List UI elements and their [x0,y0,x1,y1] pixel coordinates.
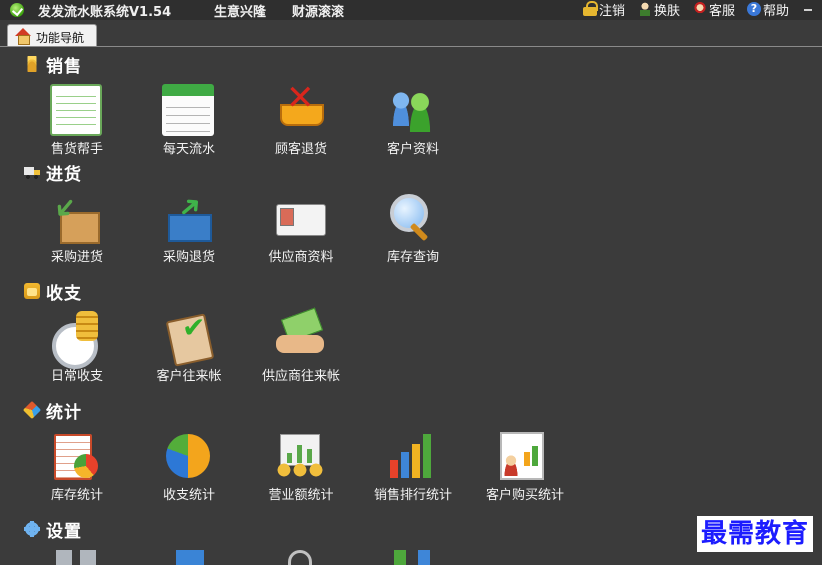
section-title: 进货 [46,164,82,185]
tools-icon[interactable] [56,550,96,565]
sales-helper-button[interactable]: 售货帮手 [22,84,132,162]
sales-ranking-stats-button[interactable]: 销售排行统计 [358,430,468,508]
daily-ledger-icon [162,84,214,136]
section-sales: 销售 [24,53,82,77]
cart-return-icon [274,78,326,136]
gear-icon [24,521,40,537]
customer-service-button[interactable]: 客服 [693,0,735,19]
customer-purchase-stats-button[interactable]: 客户购买统计 [470,430,580,508]
customer-return-button[interactable]: 顾客退货 [246,78,356,162]
section-title: 统计 [46,402,82,423]
database-icon[interactable] [176,550,204,565]
section-income-expense: 收支 [24,280,82,304]
slogan-left: 生意兴隆 [214,5,267,20]
truck-icon [24,164,40,180]
supplier-info-button[interactable]: 供应商资料 [246,192,356,270]
section-title: 销售 [46,56,82,77]
magnifier-icon [386,192,438,244]
section-purchase: 进货 [24,161,82,185]
lock-settings-icon[interactable] [288,550,312,565]
money-chart-icon [274,430,326,482]
turnover-stats-button[interactable]: 营业额统计 [246,430,356,508]
minimize-button[interactable] [804,9,812,11]
customers-icon [386,84,438,136]
tab-divider [0,46,822,47]
purchase-in-icon [50,192,102,244]
section-settings: 设置 [24,518,82,542]
purchase-in-button[interactable]: 采购进货 [22,192,132,270]
supplier-accounts-button[interactable]: 供应商往来帐 [246,311,356,389]
section-title: 设置 [46,521,82,542]
clock-coins-icon [50,311,102,369]
logout-button[interactable]: 注销 [583,0,625,19]
watermark: 最需教育 [697,516,814,552]
tab-label: 功能导航 [36,31,85,45]
change-skin-button[interactable]: 换肤 [638,0,680,19]
skin-icon [638,2,652,16]
customer-accounts-button[interactable]: 客户往来帐 [134,311,244,389]
supplier-card-icon [274,192,326,244]
section-statistics: 统计 [22,399,82,423]
cash-handover-icon [274,311,326,363]
coins-icon [24,56,40,72]
help-button[interactable]: ? 帮助 [747,0,789,19]
help-icon: ? [747,2,761,16]
customer-service-icon [693,2,707,16]
inventory-query-button[interactable]: 库存查询 [358,192,468,270]
cube-icon [22,400,42,420]
network-icon[interactable] [394,550,430,565]
slogan-right: 财源滚滚 [292,5,345,20]
pie-chart-icon [162,430,214,482]
purchase-return-icon [162,192,214,244]
money-bag-icon [24,283,40,299]
daily-income-expense-button[interactable]: 日常收支 [22,311,132,389]
app-title: 发发流水账系统V1.54 [38,5,172,20]
purchase-return-button[interactable]: 采购退货 [134,192,244,270]
app-logo-icon [10,3,24,17]
clipboard-check-icon [162,311,214,363]
customer-report-icon [498,430,550,482]
customer-info-button[interactable]: 客户资料 [358,84,468,162]
inventory-stats-button[interactable]: 库存统计 [22,430,132,508]
sales-sheet-icon [50,84,102,136]
report-pie-icon [50,430,102,482]
bar-chart-icon [386,430,438,482]
daily-ledger-button[interactable]: 每天流水 [134,84,244,162]
tab-function-navigation[interactable]: 功能导航 [7,24,97,47]
income-expense-stats-button[interactable]: 收支统计 [134,430,244,508]
title-bar: 发发流水账系统V1.54 生意兴隆 财源滚滚 注销 换肤 客服 ? 帮助 [0,0,822,20]
section-title: 收支 [46,283,82,304]
home-icon [15,28,31,45]
lock-icon [583,0,598,16]
